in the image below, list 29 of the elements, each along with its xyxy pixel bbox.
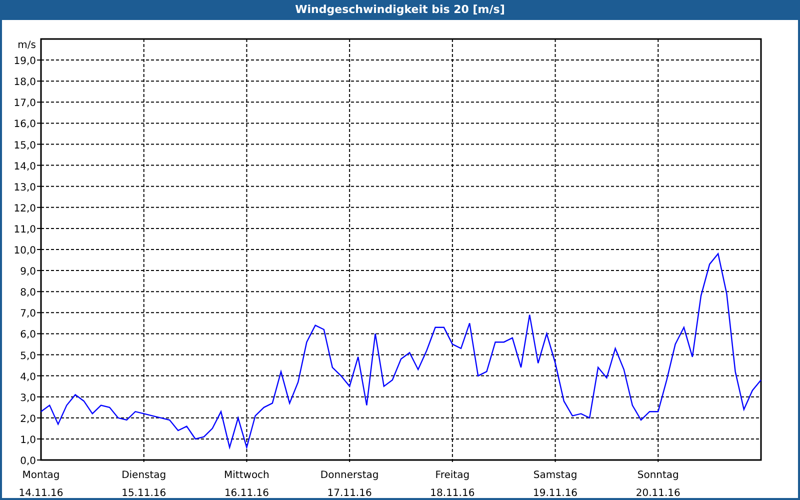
y-axis-label: 15,0 [14,140,36,152]
y-axis-label: 18,0 [14,77,36,88]
x-axis-label: Samstag 19.11.16 [533,470,578,498]
y-axis-label: 17,0 [14,98,36,110]
y-axis-label: 0,0 [20,456,36,467]
y-axis-label: 8,0 [20,288,36,299]
chart-title: Windgeschwindigkeit bis 20 [m/s] [295,2,505,18]
y-axis-label: 7,0 [20,308,36,320]
x-axis-label: Dienstag 15.11.16 [122,470,166,498]
y-axis-label: 5,0 [20,350,36,362]
y-axis-label: 4,0 [20,372,36,383]
y-axis-label: 14,0 [14,161,36,172]
y-axis-label: 3,0 [20,392,36,404]
x-axis-label: Freitag 18.11.16 [430,470,475,498]
x-axis-label: Montag 14.11.16 [18,470,64,498]
y-axis-label: 2,0 [20,414,36,425]
y-axis-label: 13,0 [14,182,36,194]
y-axis-label: 10,0 [14,246,36,256]
x-axis-label: Sonntag 20.11.16 [636,470,680,498]
x-axis-label: Donnerstag 17.11.16 [320,470,379,498]
y-axis-label: 9,0 [20,266,36,278]
unit-label: m/s [18,40,36,51]
y-axis-label: 12,0 [14,203,36,214]
y-axis-label: 6,0 [20,330,36,341]
x-axis-label: Mittwoch 16.11.16 [224,470,270,498]
y-axis-label: 1,0 [20,434,36,446]
y-axis-label: 11,0 [14,224,36,236]
y-axis-label: 19,0 [14,56,36,68]
y-axis-label: 16,0 [14,119,36,130]
